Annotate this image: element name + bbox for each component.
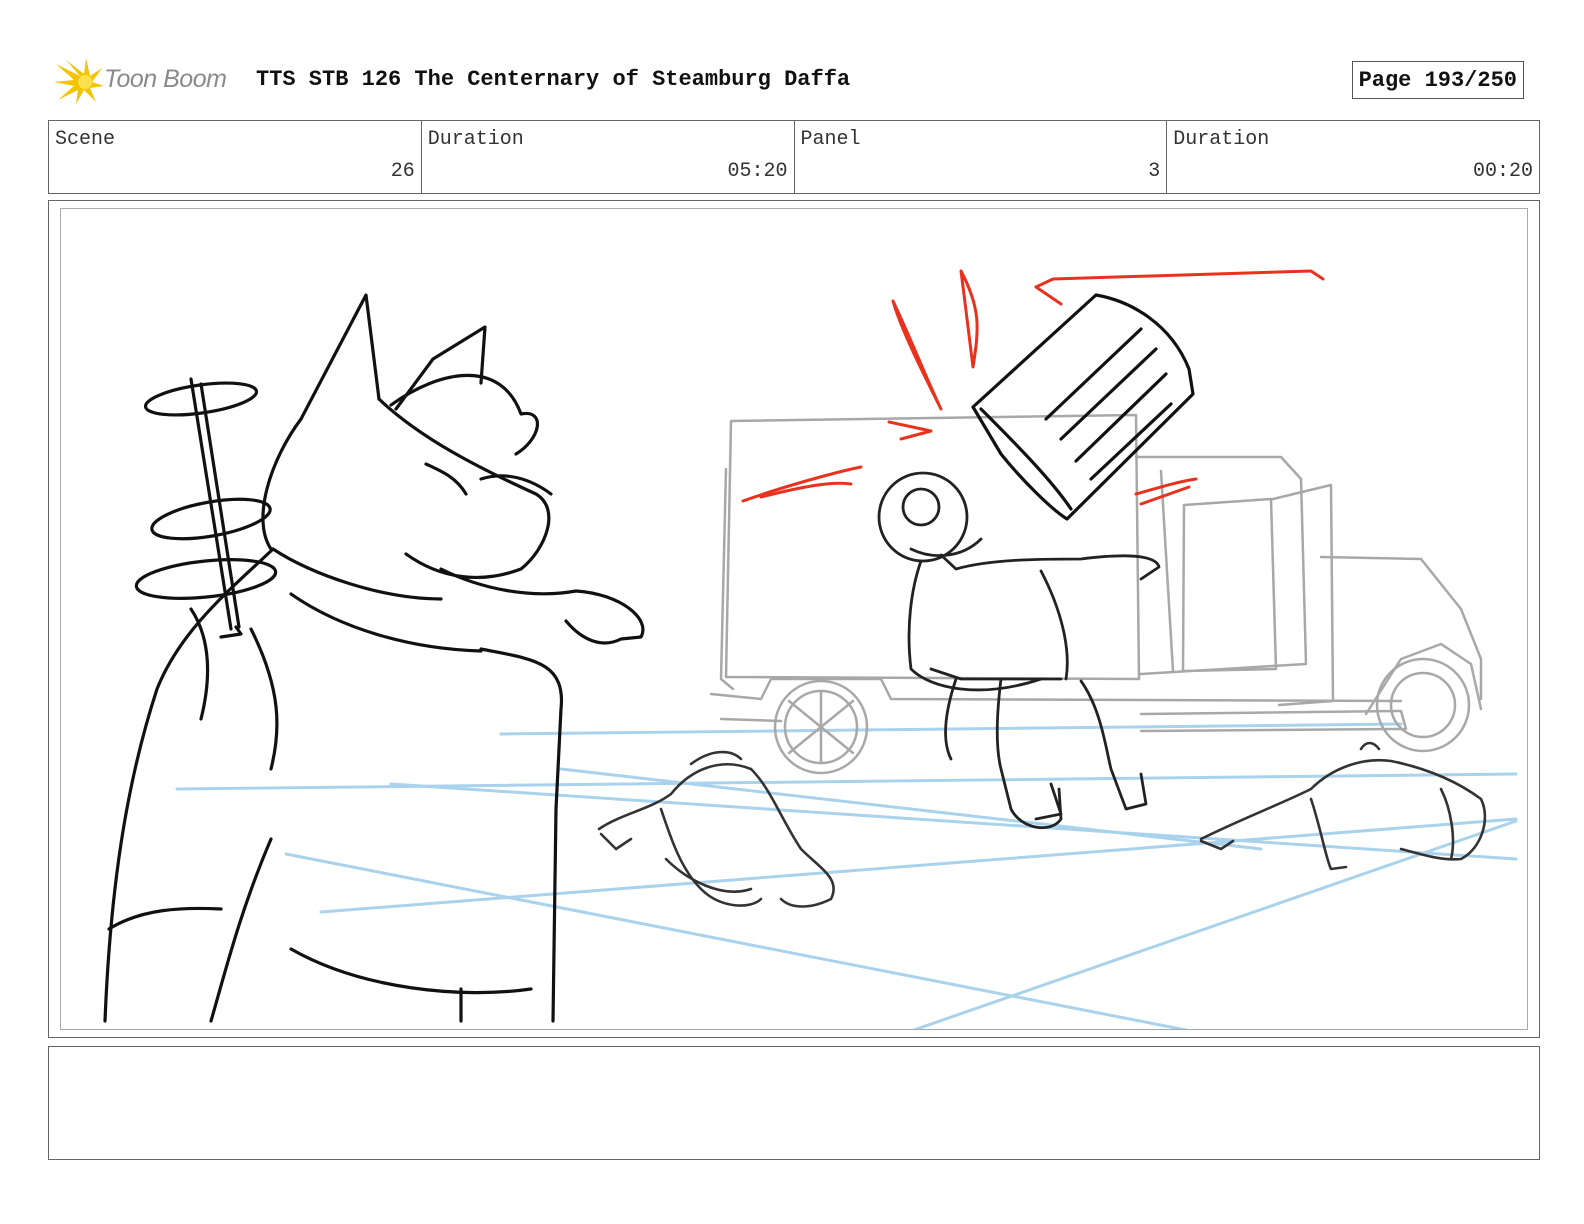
panel-label: Panel <box>800 128 861 151</box>
wolf-character-sketch <box>103 293 645 1023</box>
toon-boom-logo: Toon Boom <box>52 56 242 106</box>
scene-value: 26 <box>390 160 415 183</box>
panel-duration-cell: Duration 00:20 <box>1167 121 1539 193</box>
starburst-icon <box>54 58 104 104</box>
page-header: Toon Boom TTS STB 126 The Centernary of … <box>52 56 1540 108</box>
fallen-figure-right <box>1199 741 1487 871</box>
storyboard-panel-image <box>60 208 1528 1030</box>
scene-duration-label: Duration <box>427 128 524 151</box>
scene-info-table: Scene 26 Duration 05:20 Panel 3 Duration… <box>48 120 1540 194</box>
truck-sketch <box>709 413 1483 775</box>
panel-notes-box <box>48 1046 1540 1160</box>
scene-duration-value: 05:20 <box>727 160 788 183</box>
panel-sketch <box>103 269 1518 1029</box>
impact-lines <box>741 269 1325 506</box>
panel-duration-label: Duration <box>1173 128 1270 151</box>
logo-text: Toon Boom <box>104 65 227 93</box>
panel-cell: Panel 3 <box>795 121 1168 193</box>
panel-value: 3 <box>1148 160 1161 183</box>
scene-label: Scene <box>55 128 116 151</box>
trash-can-sketch <box>971 293 1195 521</box>
fallen-figure-left <box>597 750 835 908</box>
panel-duration-value: 00:20 <box>1472 160 1533 183</box>
jumping-character-sketch <box>877 471 1161 829</box>
storyboard-panel-frame <box>48 200 1540 1038</box>
scene-cell: Scene 26 <box>49 121 422 193</box>
page-number: Page 193/250 <box>1351 61 1524 99</box>
scene-duration-cell: Duration 05:20 <box>422 121 795 193</box>
document-title: TTS STB 126 The Centernary of Steamburg … <box>256 67 851 92</box>
ground-guides <box>175 722 1518 1029</box>
